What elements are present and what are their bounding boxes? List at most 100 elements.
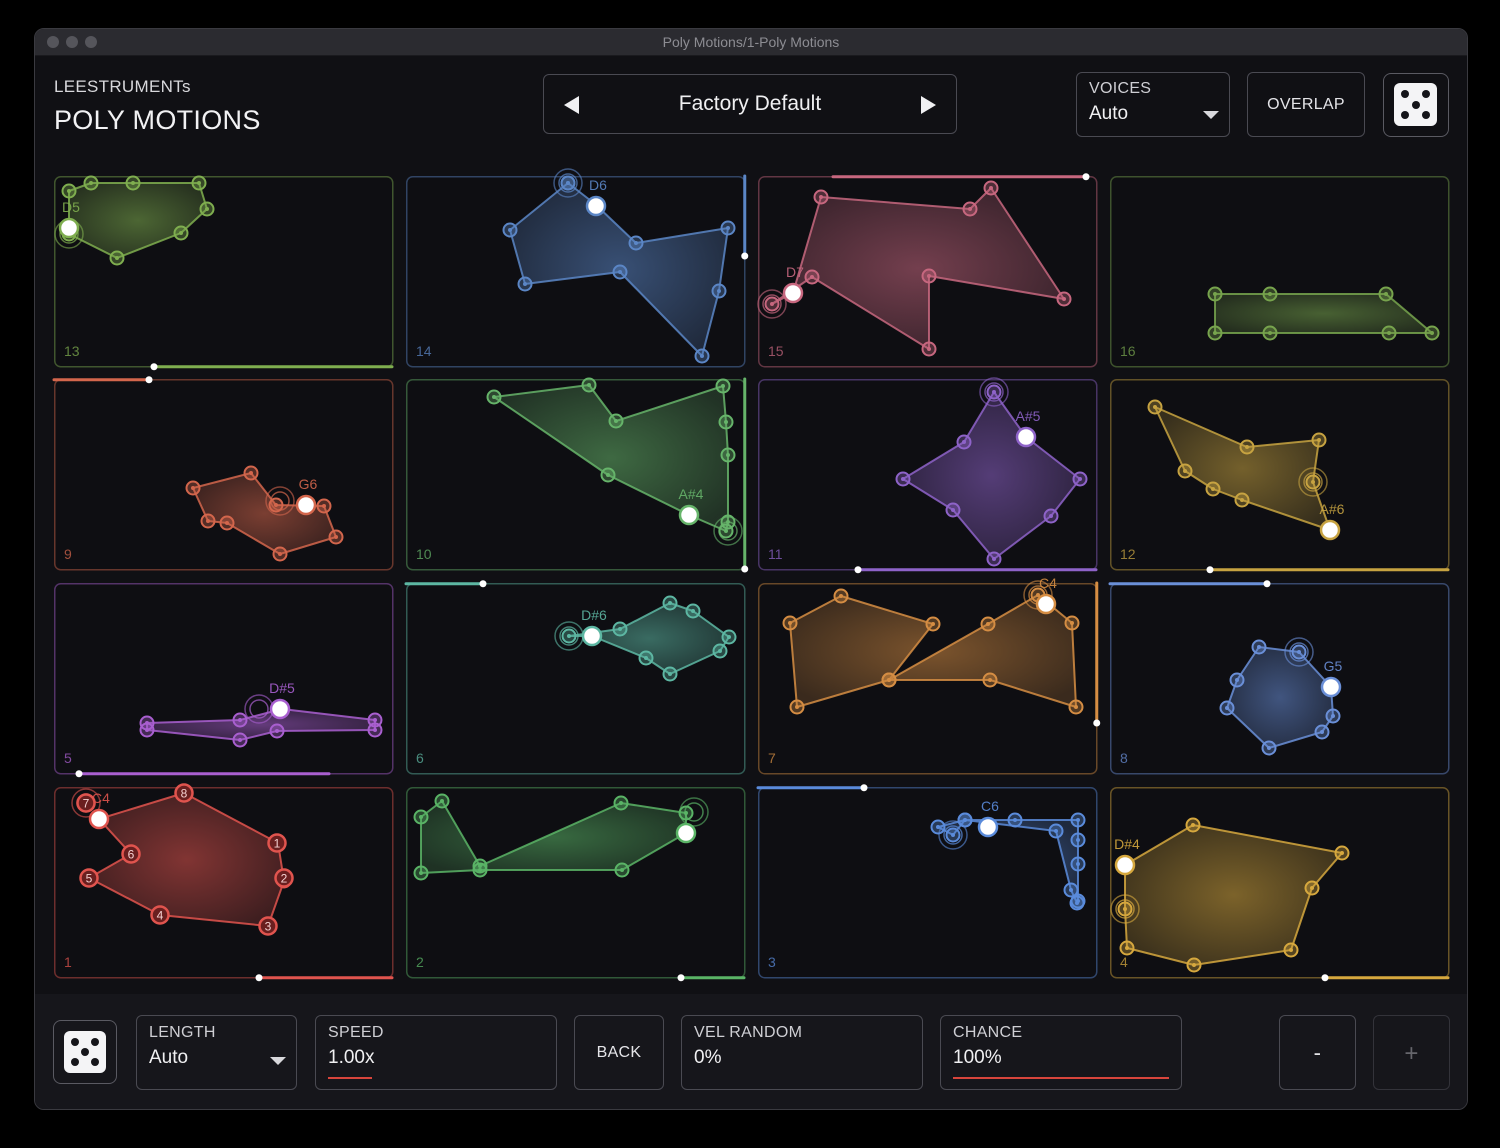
pad-number: 10: [416, 546, 432, 562]
playhead: [58, 217, 80, 239]
vertex-dot: [1075, 901, 1079, 905]
plus-label: +: [1404, 1040, 1419, 1067]
randomize-pad-button[interactable]: [53, 1020, 117, 1084]
speed-field[interactable]: SPEED 1.00x: [315, 1015, 557, 1090]
playhead: [678, 504, 700, 526]
progress-dot: [860, 784, 868, 792]
vertex-dot: [1213, 292, 1217, 296]
vertex-dot: [770, 302, 774, 306]
vertex-dot: [1297, 650, 1301, 654]
vertex-dot: [1268, 292, 1272, 296]
vertex-dot: [322, 504, 326, 508]
vel-random-field[interactable]: VEL RANDOM 0%: [681, 1015, 923, 1090]
speed-value: 1.00x: [328, 1047, 375, 1068]
chevron-down-icon: [270, 1057, 286, 1065]
chance-value: 100%: [953, 1047, 1002, 1068]
vertex-dot: [1062, 297, 1066, 301]
progress-dot: [1263, 580, 1271, 588]
plus-button[interactable]: +: [1373, 1015, 1450, 1090]
vertex-dot: [566, 181, 570, 185]
vertex-dot: [89, 181, 93, 185]
progress-dot: [1082, 173, 1090, 181]
back-button[interactable]: BACK: [574, 1015, 664, 1090]
vertex-dot: [992, 390, 996, 394]
pad-4[interactable]: D#4 4: [1110, 787, 1450, 982]
progress-dot: [1093, 719, 1101, 727]
playhead: [269, 698, 291, 720]
vertex-dot: [1076, 862, 1080, 866]
pad-number: 7: [768, 750, 776, 766]
pad-8[interactable]: G5 8: [1108, 580, 1450, 775]
vertex-dot: [795, 705, 799, 709]
vertex-dot: [1387, 331, 1391, 335]
chance-level-bar: [953, 1077, 1169, 1079]
minus-button[interactable]: -: [1279, 1015, 1356, 1090]
vertex-dot: [726, 226, 730, 230]
progress-dot: [741, 252, 749, 260]
vertex-dot: [1211, 487, 1215, 491]
vertex-dot: [927, 274, 931, 278]
pad-5[interactable]: D#5 5: [54, 583, 394, 778]
pad-14[interactable]: D6 14: [406, 168, 749, 368]
vertex-number: 5: [86, 872, 93, 886]
vertex-dot: [508, 228, 512, 232]
vertex-dot: [1310, 886, 1314, 890]
vertex-dot: [419, 815, 423, 819]
vertex-dot: [1049, 514, 1053, 518]
pad-3[interactable]: C6 3: [756, 784, 1098, 979]
vertex-dot: [936, 825, 940, 829]
vertex-dot: [727, 635, 731, 639]
progress-dot: [854, 566, 862, 574]
vertex-dot: [587, 383, 591, 387]
pad-frame: [54, 583, 394, 775]
note-label: D#5: [269, 680, 295, 696]
pads-grid: D513D614D715 16G69A#410A#511A#612D#55D#66…: [52, 168, 1450, 982]
speed-level-bar: [328, 1077, 372, 1079]
pad-12[interactable]: A#6 12: [1110, 379, 1450, 574]
chance-label: CHANCE: [953, 1024, 1023, 1041]
vertex-dot: [1070, 621, 1074, 625]
pad-13[interactable]: D5 13: [54, 175, 394, 371]
pad-10[interactable]: A#4 10: [406, 377, 749, 573]
vertex-dot: [523, 282, 527, 286]
note-label: G5: [1324, 658, 1343, 674]
footer-toolbar: LENGTH Auto SPEED 1.00x BACK VEL RANDOM …: [35, 994, 1467, 1109]
note-label: D#6: [581, 607, 607, 623]
vertex-number: 6: [128, 848, 135, 862]
vel-random-value: 0%: [694, 1047, 722, 1068]
vertex-dot: [1257, 645, 1261, 649]
vertex-dot: [927, 347, 931, 351]
playhead: [1035, 593, 1057, 615]
vertex-dot: [1076, 818, 1080, 822]
vertex-dot: [1245, 445, 1249, 449]
vertex-dot: [989, 186, 993, 190]
playhead: [1319, 519, 1341, 541]
pad-7[interactable]: C4 7: [758, 575, 1101, 775]
vertex-number: 4: [157, 909, 164, 923]
vertex-dot: [618, 627, 622, 631]
pad-16[interactable]: 16: [1110, 176, 1450, 368]
vertex-dot: [839, 594, 843, 598]
vertex-dot: [700, 354, 704, 358]
pad-9[interactable]: G6 9: [52, 376, 394, 571]
pad-2[interactable]: 2: [406, 787, 746, 982]
vertex-dot: [951, 508, 955, 512]
vertex-dot: [567, 634, 571, 638]
vertex-dot: [644, 656, 648, 660]
pad-1[interactable]: 1 2 3 4 5 6 7 8 C4 1: [54, 783, 394, 982]
vertex-dot: [988, 678, 992, 682]
length-dropdown[interactable]: LENGTH Auto: [136, 1015, 297, 1090]
pad-11[interactable]: A#5 11: [758, 377, 1098, 574]
chance-field[interactable]: CHANCE 100%: [940, 1015, 1182, 1090]
vertex-dot: [1384, 292, 1388, 296]
pad-number: 12: [1120, 546, 1136, 562]
vertex-dot: [1076, 838, 1080, 842]
note-label: G6: [299, 476, 318, 492]
vertex-dot: [1340, 851, 1344, 855]
vertex-dot: [887, 678, 891, 682]
vertex-dot: [606, 473, 610, 477]
pad-6[interactable]: D#6 6: [404, 580, 746, 775]
vertex-dot: [668, 672, 672, 676]
playhead: [1114, 854, 1136, 876]
pad-15[interactable]: D7 15: [757, 173, 1098, 368]
